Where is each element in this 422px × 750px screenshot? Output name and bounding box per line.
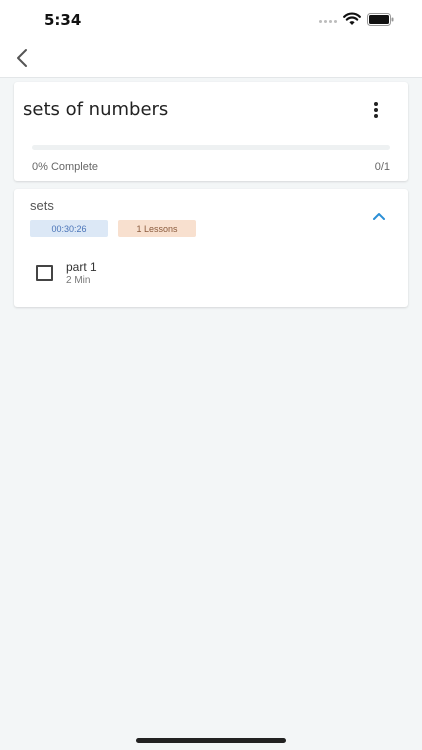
section-card: sets 00:30:26 1 Lessons part 1 2 Min <box>14 189 408 307</box>
nav-bar <box>0 40 422 78</box>
course-card: sets of numbers 0% Complete 0/1 <box>14 82 408 181</box>
lessons-count-badge: 1 Lessons <box>118 220 196 237</box>
chevron-left-icon[interactable] <box>12 46 34 70</box>
lesson-title: part 1 <box>66 260 97 274</box>
battery-icon <box>367 13 394 26</box>
duration-badge: 00:30:26 <box>30 220 108 237</box>
progress-label: 0% Complete <box>32 161 99 173</box>
more-vertical-icon[interactable] <box>366 98 386 122</box>
status-time: 5:34 <box>44 11 82 29</box>
lesson-checkbox[interactable] <box>36 265 53 281</box>
progress-count: 0/1 <box>374 161 390 173</box>
home-indicator <box>136 738 286 743</box>
section-title: sets <box>30 198 54 213</box>
lesson-row[interactable]: part 1 2 Min <box>30 257 390 291</box>
progress-bar <box>32 145 390 150</box>
chevron-up-icon[interactable] <box>370 209 388 223</box>
course-title: sets of numbers <box>23 99 169 120</box>
lesson-duration: 2 Min <box>66 275 91 286</box>
wifi-icon <box>343 12 361 25</box>
signal-dots-icon <box>319 20 339 24</box>
status-bar: 5:34 <box>0 0 422 40</box>
